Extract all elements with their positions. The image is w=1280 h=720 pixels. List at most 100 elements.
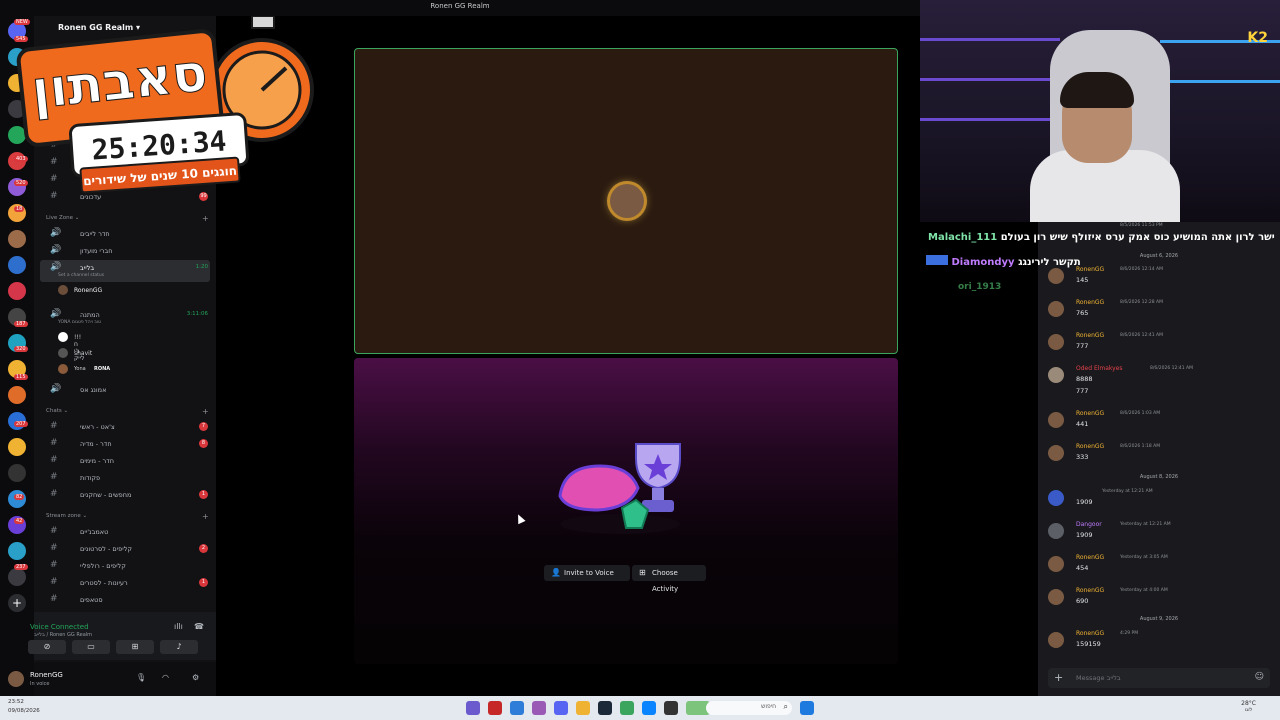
server-icon[interactable] [8, 568, 26, 586]
message-timestamp: 8/6/2026 1:03 AM [1120, 411, 1161, 416]
chat-message[interactable]: RonenGG 4:29 PM 159159 [1048, 630, 1274, 660]
emoji-icon[interactable]: ☺ [1255, 672, 1264, 682]
voice-channel-item[interactable]: 🔊 חברי מועדון [40, 243, 210, 258]
category-live-zone[interactable]: Live Zone ⌄ + [46, 214, 209, 223]
chat-panel: 8/5/2026 11:53 PM August 6, 2026 RonenGG… [1038, 222, 1280, 696]
message-timestamp: 8/5/2026 11:53 PM [1120, 223, 1163, 228]
channel-item[interactable]: # עדכונים 99 [40, 189, 210, 204]
channel-item[interactable]: # רעיונות - לסטרים 1 [40, 575, 210, 590]
voice-connected-sub[interactable]: בלייב / Ronen GG Realm [34, 632, 92, 638]
voice-stage: 👤 Invite to Voice ⊞ Choose Activity [216, 16, 920, 696]
server-name[interactable]: Ronen GG Realm ▾ [58, 23, 140, 32]
chrome-icon[interactable] [510, 701, 524, 715]
channel-item[interactable]: # צ'אט - ראשי 7 [40, 419, 210, 434]
edge-icon[interactable] [642, 701, 656, 715]
server-icon[interactable] [8, 464, 26, 482]
app-icon[interactable] [488, 701, 502, 715]
participant-tile[interactable] [354, 48, 898, 354]
chat-message[interactable]: RonenGG 8/6/2026 12:41 AM 777 [1048, 332, 1274, 362]
gear-icon[interactable]: ⚙ [192, 673, 199, 682]
channel-item[interactable]: # טאמבנ'יים [40, 524, 210, 539]
channel-status[interactable]: Set a channel status [58, 273, 104, 278]
server-icon[interactable] [8, 230, 26, 248]
channel-item[interactable]: # חדר - מימים [40, 453, 210, 468]
chat-message[interactable]: RonenGG 8/6/2026 12:28 AM 765 [1048, 299, 1274, 329]
channel-label: חדר - מימים [80, 457, 114, 465]
voice-channel-item-active[interactable]: 🔊 בלייב 1:20 Set a channel status [40, 260, 210, 282]
add-channel-icon[interactable]: + [202, 407, 209, 416]
voice-user-name: shavit [74, 350, 93, 357]
chat-message[interactable]: RonenGG 8/6/2026 12:14 AM 145 [1048, 266, 1274, 296]
category-stream-zone[interactable]: Stream zone ⌄ + [46, 512, 209, 521]
headphones-icon[interactable]: ◠ [162, 673, 169, 682]
channel-item[interactable]: # פקודות [40, 470, 210, 485]
add-channel-icon[interactable]: + [202, 512, 209, 521]
add-server-icon[interactable]: + [8, 594, 26, 612]
category-chats[interactable]: Chats ⌄ + [46, 407, 209, 416]
user-name[interactable]: RonenGG [30, 671, 63, 679]
server-icon[interactable] [8, 542, 26, 560]
app-icon[interactable] [466, 701, 480, 715]
disconnect-icon[interactable]: ☎ [194, 622, 204, 631]
overlay-chat-user: Diamondyy [951, 257, 1015, 268]
chat-message[interactable]: Oded Elmakyes 8/6/2026 12:41 AM 8888 777 [1048, 365, 1274, 405]
start-icon[interactable] [800, 701, 814, 715]
steam-icon[interactable] [598, 701, 612, 715]
chat-message[interactable]: RonenGG Yesterday at 3:05 AM 454 [1048, 554, 1274, 584]
channel-item[interactable]: # חדר - מדיה 8 [40, 436, 210, 451]
avatar[interactable] [8, 671, 24, 687]
folder-icon[interactable] [576, 701, 590, 715]
voice-channel-item[interactable]: 🔊 חדר לייבים [40, 226, 210, 241]
weather-temp: 28°C [1241, 700, 1256, 707]
message-input[interactable]: + Message בלייב ☺ [1048, 668, 1270, 688]
overlay-chat-user: ori_1913 [958, 282, 1002, 292]
chat-message[interactable]: RonenGG Yesterday at 4:00 AM 690 [1048, 587, 1274, 617]
server-icon[interactable] [8, 386, 26, 404]
date-separator: August 9, 2026 [1139, 616, 1179, 622]
channel-item[interactable]: # סטאפים [40, 592, 210, 607]
chat-message[interactable]: RonenGG 8/6/2026 1:03 AM 441 [1048, 410, 1274, 440]
app-icon[interactable] [620, 701, 634, 715]
message-timestamp: 8/6/2026 12:41 AM [1150, 366, 1194, 371]
server-icon[interactable] [8, 282, 26, 300]
voice-channel-item[interactable]: 🔊 המתנה 3:11:06 YONA טוב ויהל פטגום [40, 307, 210, 329]
app-icon[interactable] [532, 701, 546, 715]
channel-label: מחפשים - שחקנים [80, 491, 132, 499]
chat-message[interactable]: Yesterday at 12:21 AM 1909 [1048, 488, 1274, 518]
channel-item[interactable]: # קליפים - לסרטונים 2 [40, 541, 210, 556]
rail-badge: 187 [14, 321, 28, 327]
voice-user-name: Yona [74, 366, 86, 372]
activities-icon[interactable]: ⊞ [116, 640, 154, 654]
channel-label: צ'אט - ראשי [80, 423, 115, 431]
channel-item[interactable]: # מחפשים - שחקנים 1 [40, 487, 210, 502]
server-icon[interactable] [8, 438, 26, 456]
voice-user-tag: RONA [94, 366, 111, 372]
chat-message[interactable]: Dangoor Yesterday at 12:21 AM 1909 [1048, 521, 1274, 551]
channel-label: חברי מועדון [80, 247, 113, 255]
weather-label: לוגו [1244, 707, 1253, 713]
screen-share-icon[interactable]: ▭ [72, 640, 110, 654]
message-timestamp: 4:29 PM [1120, 631, 1139, 636]
invite-to-voice-button[interactable]: 👤 Invite to Voice [544, 565, 630, 581]
chat-message[interactable]: RonenGG 8/6/2026 1:18 AM 333 [1048, 443, 1274, 473]
user-status: In voice [30, 681, 50, 687]
discord-icon[interactable] [554, 701, 568, 715]
microphone-icon[interactable]: 🎙 [136, 673, 146, 682]
choose-activity-button[interactable]: ⊞ Choose Activity [632, 565, 706, 593]
channel-item[interactable]: # קליפים - רולפליי [40, 558, 210, 573]
taskbar-search[interactable]: חיפוש ⌕ [706, 701, 792, 715]
app-icon[interactable] [664, 701, 678, 715]
voice-channel-item[interactable]: 🔊 אמונג אס [40, 382, 210, 397]
camera-off-icon[interactable]: ⊘ [28, 640, 66, 654]
attach-plus-icon[interactable]: + [1054, 671, 1063, 684]
soundboard-icon[interactable]: ♪ [160, 640, 198, 654]
weather-widget[interactable]: 28°C לוגו [1241, 700, 1256, 713]
speaker-icon: 🔊 [50, 262, 62, 272]
noise-suppression-icon[interactable]: ıllı [174, 622, 183, 631]
avatar [1048, 367, 1064, 383]
server-icon[interactable] [8, 256, 26, 274]
overlay-chat-line: Malachi_111 ישר לרון אתה המושיע כוס אמק … [928, 232, 1275, 243]
add-channel-icon[interactable]: + [202, 214, 209, 223]
message-placeholder: Message בלייב [1076, 674, 1121, 682]
date-separator: August 8, 2026 [1139, 474, 1179, 480]
